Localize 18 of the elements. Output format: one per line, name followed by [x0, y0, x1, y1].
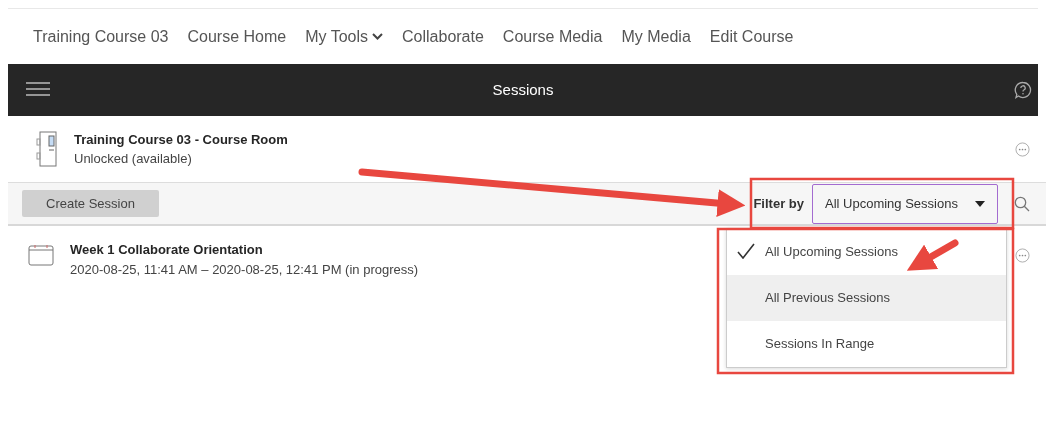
room-title[interactable]: Training Course 03 - Course Room	[74, 129, 1015, 149]
filter-option[interactable]: Sessions In Range	[727, 321, 1006, 367]
room-status: Unlocked (available)	[74, 150, 193, 168]
nav-link[interactable]: Collaborate	[402, 24, 484, 49]
filter-label: Filter by	[753, 194, 804, 213]
nav-link[interactable]: Training Course 03	[33, 24, 169, 49]
session-time: 2020-08-25, 11:41 AM – 2020-08-25, 12:41 PM (in progress)	[70, 260, 419, 279]
nav-link[interactable]: Course Home	[187, 24, 287, 49]
filter-option[interactable]: All Upcoming Sessions	[727, 229, 1006, 275]
create-session-button[interactable]: Create Session	[22, 189, 159, 218]
nav-link[interactable]: My Media	[621, 24, 691, 49]
session-title[interactable]: Week 1 Collaborate Orientation	[70, 240, 419, 260]
nav-menu[interactable]: My Tools	[305, 24, 384, 49]
nav-link[interactable]: Edit Course	[709, 24, 794, 49]
page-title: Sessions	[492, 79, 554, 100]
filter-dropdown[interactable]: All Upcoming Sessions	[812, 183, 998, 224]
filter-option[interactable]: All Previous Sessions	[727, 275, 1006, 321]
nav-link[interactable]: Course Media	[502, 24, 603, 49]
